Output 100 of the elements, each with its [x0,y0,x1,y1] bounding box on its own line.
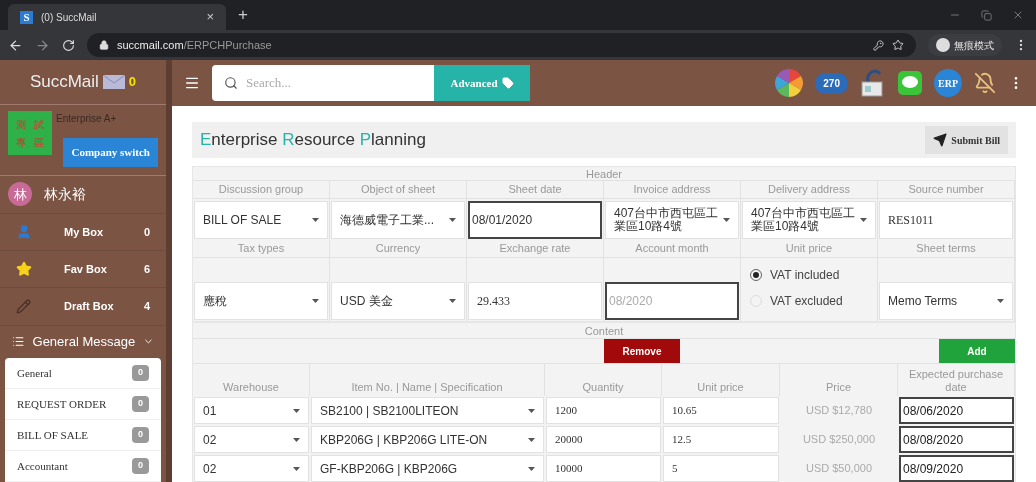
tab-title[interactable]: (0) SuccMail [41,9,199,25]
column-label: Discussion group [193,181,330,198]
search-field[interactable]: Search... [212,65,434,101]
user-name: 林永裕 [44,184,86,204]
column-label: Currency [330,240,467,257]
dropdown[interactable]: BILL OF SALE [194,201,328,239]
section-title: Header [193,167,1015,181]
caret-icon [860,218,867,222]
sidebar-item[interactable]: Fav Box 6 [0,250,166,288]
column-header: Quantity [545,364,662,396]
star-icon [16,261,32,278]
cloud-badge[interactable]: 270 [815,72,848,94]
notifications-off-icon[interactable] [974,72,996,94]
message-category[interactable]: BILL OF SALE 0 [5,420,161,451]
company-switch-button[interactable]: Company switch [63,138,158,167]
plan-label: Enterprise A+ [56,112,117,127]
url-text: succmail.com/ERPCHPurchase [117,37,272,53]
close-icon[interactable] [1012,9,1024,21]
caret-icon [528,466,535,471]
new-tab-button[interactable]: + [238,1,248,27]
key-icon[interactable] [873,39,884,51]
search-input[interactable]: Search... [246,73,422,93]
price-cell-text: USD $250,000 [801,432,877,448]
favicon: S [20,10,33,24]
erp-badge[interactable]: ERP [934,69,962,97]
caret-icon [528,408,535,413]
warehouse-dropdown[interactable]: 02 [194,426,309,453]
column-header: Expected purchase date [898,364,1015,396]
caret-icon [312,299,319,303]
warehouse-dropdown[interactable]: 01 [194,397,309,424]
sidebar-item[interactable]: My Box 0 [0,212,166,251]
warehouse-dropdown[interactable]: 02 [194,455,309,482]
radio-label: VAT excluded [770,293,843,310]
message-category[interactable]: Accountant 0 [5,451,161,482]
date-field[interactable]: 08/01/2020 [468,201,602,239]
restore-icon[interactable] [981,9,992,21]
dropdown[interactable]: 407台中市西屯區工業區10路4號 [605,201,739,239]
unit-price-field[interactable]: 5 [663,455,779,482]
column-label: Exchange rate [467,240,604,257]
user-avatar[interactable]: 林 [8,182,32,207]
caret-icon [293,437,300,442]
page-title: Enterprise Resource Planning [200,129,426,152]
item-dropdown[interactable]: GF-KBP206G | KBP206G [311,455,544,482]
text-field[interactable]: RES1011 [879,201,1013,239]
caret-icon [997,299,1004,303]
forward-icon[interactable] [35,37,50,53]
quantity-field[interactable]: 1200 [546,397,661,424]
count-badge: 0 [132,458,149,474]
date-field[interactable]: 08/08/2020 [899,426,1014,453]
dropdown[interactable]: 407台中市西屯區工業區10路4號 [742,201,876,239]
remove-button[interactable]: Remove [604,339,680,363]
address-bar[interactable]: succmail.com/ERPCHPurchase [87,33,916,57]
date-field[interactable]: 08/09/2020 [899,455,1014,482]
tag-icon [501,77,514,89]
quantity-field[interactable]: 10000 [546,455,661,482]
dropdown[interactable]: 應稅 [194,282,328,320]
tab-close[interactable]: × [206,7,214,27]
text-field[interactable]: 29.433 [468,282,602,320]
dropdown[interactable]: Memo Terms [879,282,1013,320]
submit-bill-button[interactable]: Submit Bill [925,126,1008,154]
reload-icon[interactable] [62,38,75,52]
sidebar-item[interactable]: Draft Box 4 [0,287,166,325]
caret-icon [293,408,300,413]
quantity-field[interactable]: 20000 [546,426,661,453]
column-label: Invoice address [604,181,741,198]
item-dropdown[interactable]: KBP206G | KBP206G LITE-ON [311,426,544,453]
dropdown[interactable]: USD 美金 [331,282,465,320]
unit-price-field[interactable]: 12.5 [663,426,779,453]
bookmark-icon[interactable] [892,39,904,51]
caret-icon [312,218,319,222]
message-category[interactable]: General 0 [5,358,161,389]
pie-chart-icon[interactable] [775,69,804,97]
chat-app-icon[interactable] [898,71,922,95]
column-header: Price [780,364,898,396]
date-field[interactable]: 08/06/2020 [899,397,1014,424]
send-icon [933,133,948,147]
caret-icon [293,466,300,471]
caret-icon [723,218,730,222]
caret-icon [528,437,535,442]
count-badge: 0 [132,396,149,412]
id-badge-icon[interactable] [860,68,886,98]
count-badge: 0 [132,365,149,381]
radio-label: VAT included [770,267,840,284]
column-label: Object of sheet [330,181,467,198]
menu-icon[interactable] [184,75,200,91]
app-logo[interactable]: SuccMail [29,69,99,95]
profile-chip[interactable]: 無痕模式 [928,34,1002,56]
message-category[interactable]: REQUEST ORDER 0 [5,389,161,420]
pencil-icon [16,299,31,315]
back-icon[interactable] [8,37,23,53]
month-field[interactable]: 08/2020 [605,282,739,320]
item-dropdown[interactable]: SB2100 | SB2100LITEON [311,397,544,424]
dropdown[interactable]: 海德威電子工業... [331,201,465,239]
unread-count: 0 [128,73,137,92]
price-cell-text: USD $50,000 [804,461,873,477]
column-label: Sheet date [467,181,604,198]
count-badge: 0 [132,427,149,443]
column-label: Source number [878,181,1015,198]
column-header: Item No. | Name | Specification [310,364,545,396]
unit-price-field[interactable]: 10.65 [663,397,779,424]
